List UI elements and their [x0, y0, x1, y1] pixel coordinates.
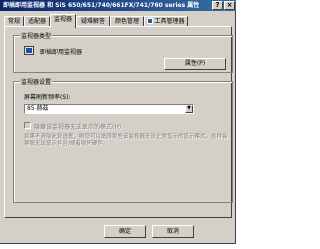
- ok-button[interactable]: 确定: [104, 225, 146, 238]
- hide-modes-label: 隐藏该监视器无法显示的模式(H): [34, 124, 122, 131]
- tab-monitor[interactable]: 监视器: [50, 14, 76, 28]
- title-bar: 即插即用监视器 和 SiS 650/651/740/661FX/741/760 …: [0, 0, 236, 11]
- monitor-icon: [24, 46, 34, 55]
- cancel-button[interactable]: 取消: [152, 225, 194, 238]
- hide-modes-checkbox[interactable]: [24, 122, 31, 129]
- refresh-rate-label: 屏幕刷新频率(S):: [24, 94, 71, 101]
- refresh-rate-select[interactable]: 85 赫兹 ▼: [24, 104, 194, 114]
- monitor-settings-label: 监视器设置: [20, 77, 53, 86]
- help-button[interactable]: ?: [212, 1, 223, 10]
- refresh-rate-value: 85 赫兹: [27, 105, 49, 112]
- monitor-type-label: 监视器类型: [20, 31, 53, 40]
- tools-manager-icon: [147, 18, 154, 24]
- monitor-name: 即插即用监视器: [40, 49, 83, 56]
- tab-panel: 监视器类型 即插即用监视器 属性(P) 监视器设置 屏幕刷新频率(S): 85 …: [4, 26, 233, 218]
- properties-dialog: 即插即用监视器 和 SiS 650/651/740/661FX/741/760 …: [0, 0, 236, 244]
- window-title: 即插即用监视器 和 SiS 650/651/740/661FX/741/760 …: [3, 2, 200, 9]
- close-button[interactable]: ×: [224, 1, 235, 10]
- tab-tools-manager-label: 工具管理器: [154, 18, 185, 25]
- monitor-type-group: 监视器类型 即插即用监视器 属性(P): [13, 31, 233, 73]
- chevron-down-icon[interactable]: ▼: [185, 105, 193, 113]
- monitor-settings-group: 监视器设置 屏幕刷新频率(S): 85 赫兹 ▼ 隐藏该监视器无法显示的模式(H…: [13, 77, 233, 203]
- properties-button[interactable]: 属性(P): [164, 58, 226, 70]
- warning-text: 如果不清除此复选框，则您可以选择那些该监视器无法正常显示的显示模式。这样会导致无…: [24, 134, 228, 147]
